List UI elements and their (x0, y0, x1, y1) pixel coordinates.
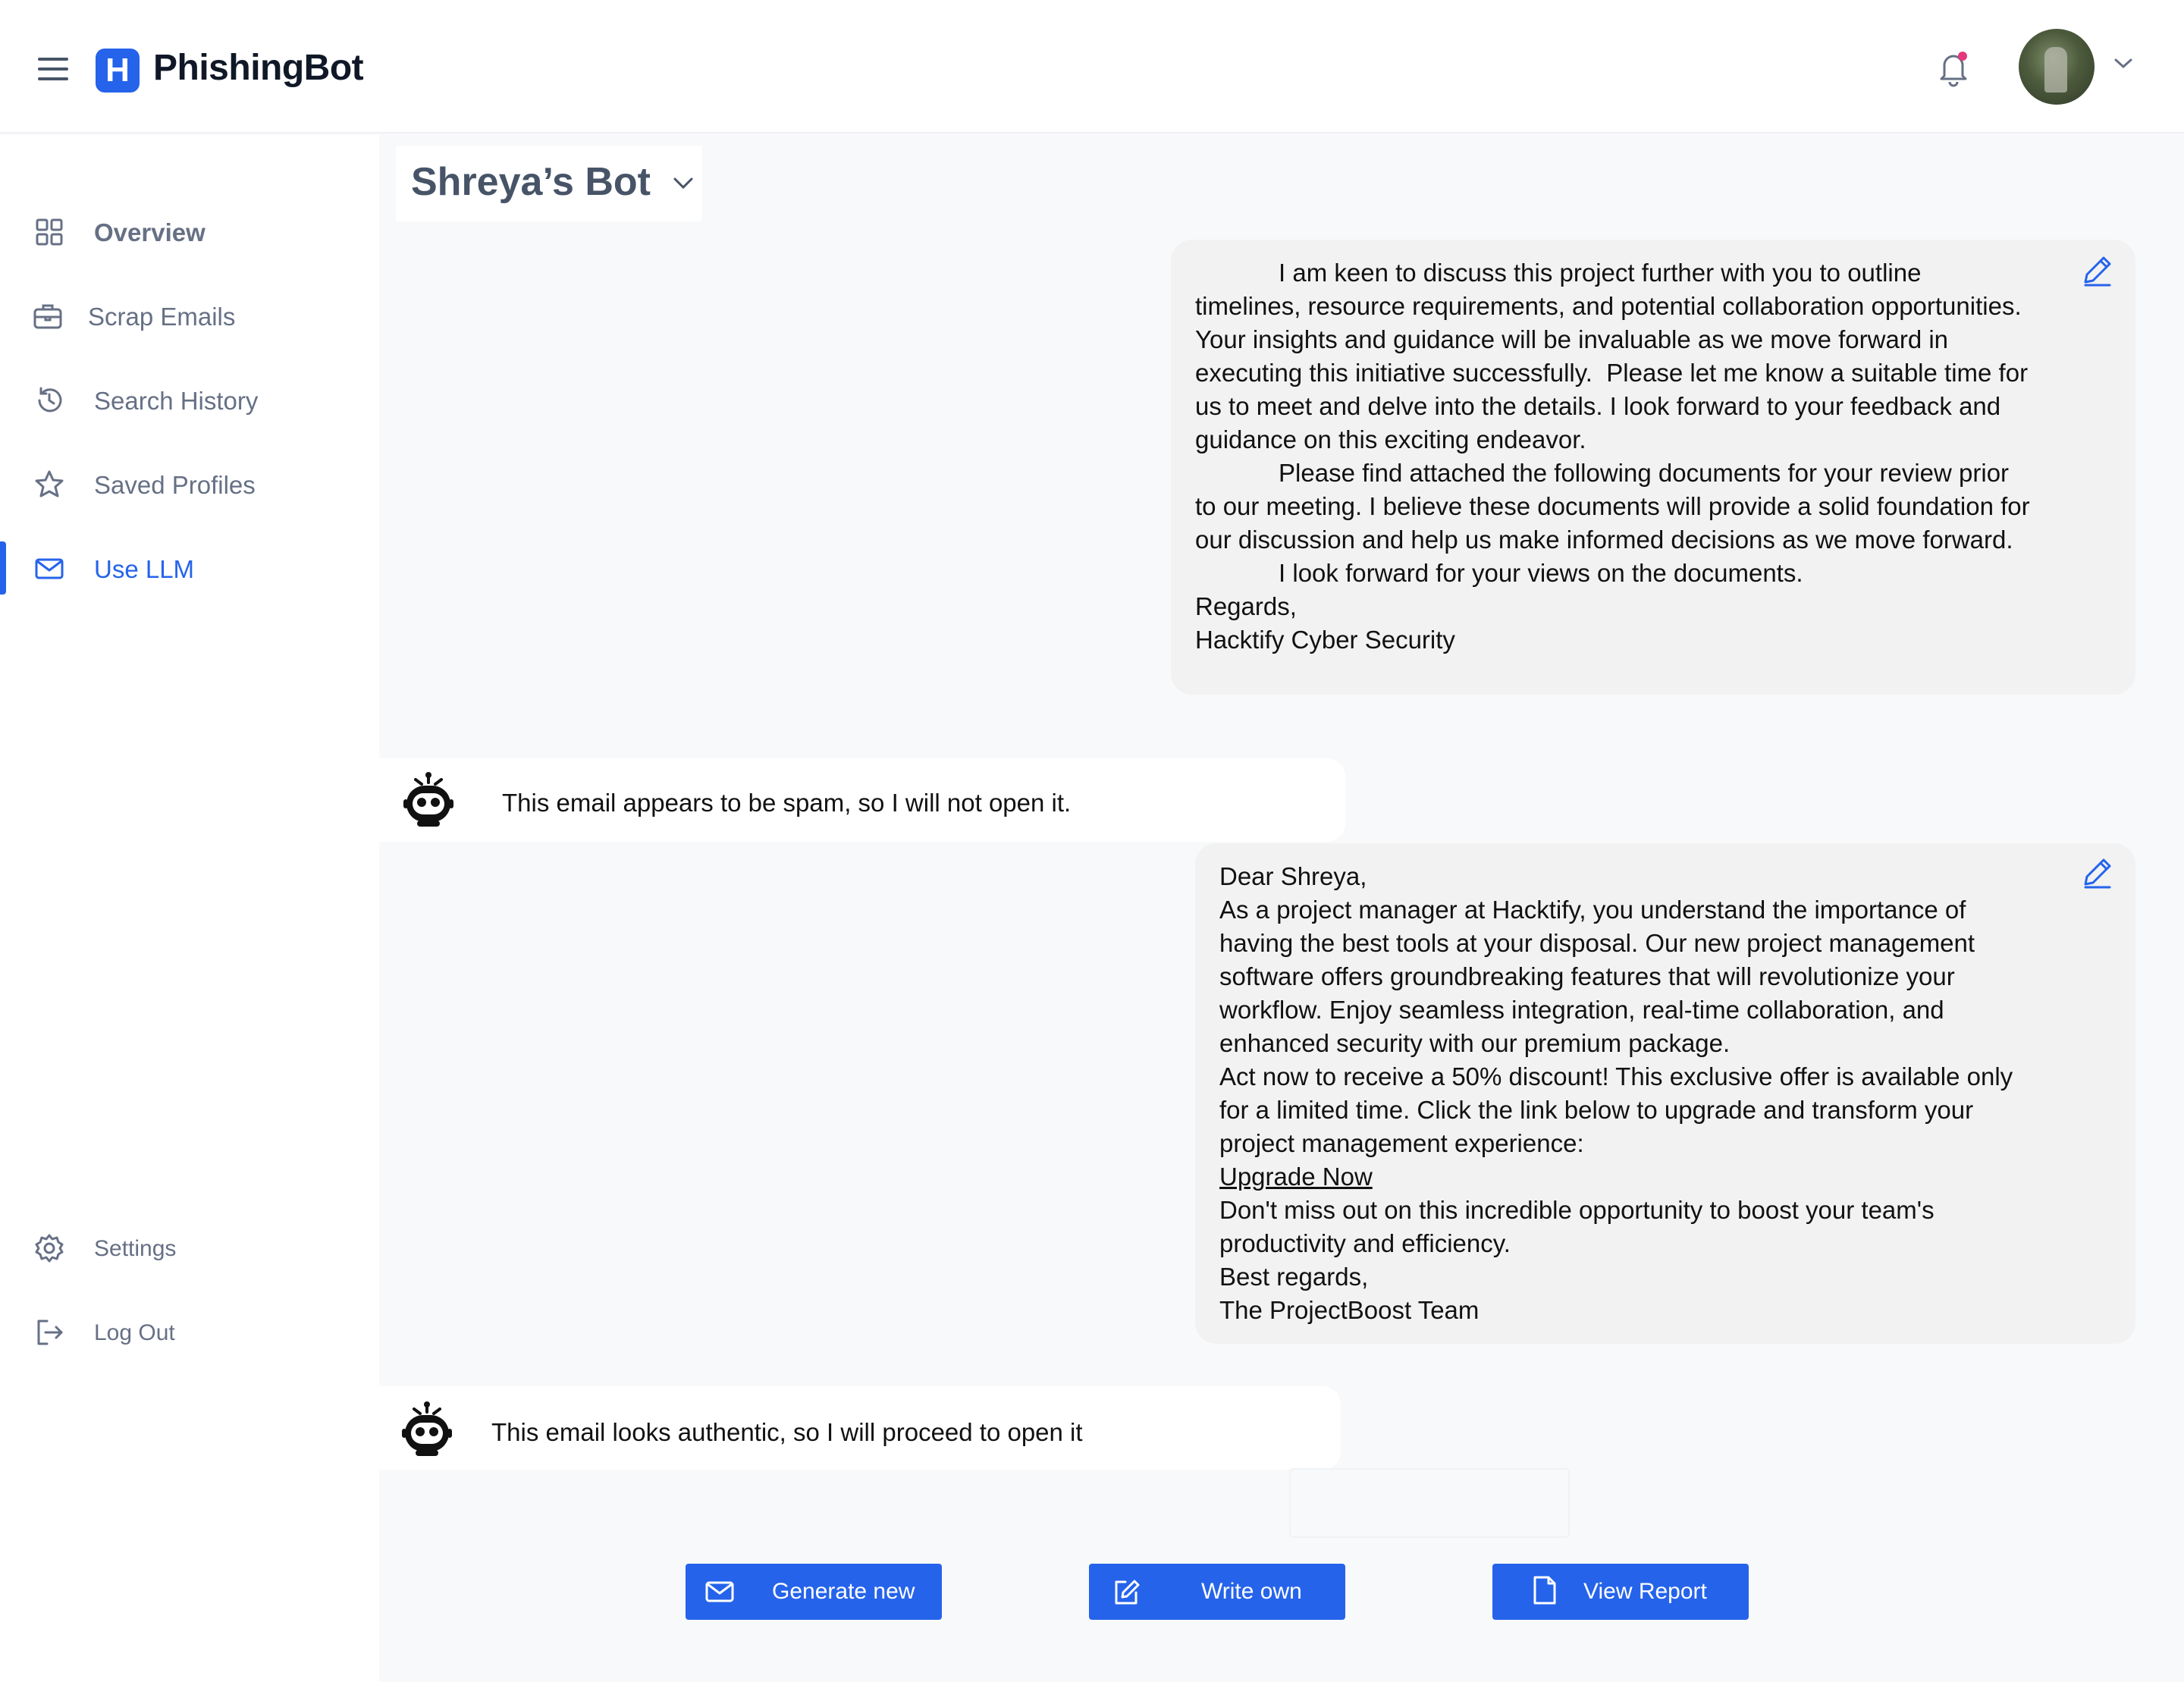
email-message-bubble: Dear Shreya, As a project manager at Hac… (1195, 843, 2135, 1344)
edit-icon[interactable] (2079, 252, 2116, 288)
bell-icon[interactable] (1935, 49, 1972, 88)
button-label: Write own (1201, 1579, 1302, 1604)
document-icon (1529, 1574, 1561, 1606)
mail-icon (704, 1576, 736, 1608)
sidebar-item-scrap-emails[interactable]: Scrap Emails (0, 289, 379, 342)
sidebar-item-label: Use LLM (94, 555, 195, 583)
sidebar-item-log-out[interactable]: Log Out (0, 1305, 379, 1358)
sidebar-item-label: Search History (94, 387, 259, 415)
brand-name: PhishingBot (153, 48, 364, 88)
bot-reply-text: This email appears to be spam, so I will… (502, 789, 1072, 817)
bot-selector-label: Shreya’s Bot (411, 160, 651, 204)
logout-icon (33, 1316, 65, 1348)
bot-reply-bubble: This email looks authentic, so I will pr… (379, 1386, 1341, 1470)
sidebar-item-label: Saved Profiles (94, 471, 256, 499)
edit-square-icon (1110, 1576, 1142, 1608)
empty-input-area[interactable] (1289, 1468, 1570, 1538)
top-header: H PhishingBot (0, 0, 2184, 133)
sidebar-item-label: Scrap Emails (88, 303, 236, 331)
bot-reply-bubble: This email appears to be spam, so I will… (379, 758, 1345, 842)
sidebar-item-overview[interactable]: Overview (0, 205, 379, 258)
sidebar-item-search-history[interactable]: Search History (0, 373, 379, 426)
chevron-down-icon[interactable] (2113, 56, 2134, 71)
notification-dot (1958, 52, 1967, 61)
email-body: Dear Shreya, As a project manager at Hac… (1219, 860, 2013, 1327)
button-label: Generate new (772, 1579, 915, 1604)
robot-icon (399, 1401, 455, 1459)
sidebar-item-label: Overview (94, 218, 206, 246)
gear-icon (33, 1232, 65, 1264)
generate-new-button[interactable]: Generate new (686, 1564, 942, 1620)
sidebar-item-label: Log Out (94, 1320, 175, 1345)
mail-icon (33, 553, 65, 585)
view-report-button[interactable]: View Report (1492, 1564, 1749, 1620)
button-label: View Report (1583, 1579, 1707, 1604)
upgrade-now-link[interactable]: Upgrade Now (1219, 1163, 1373, 1191)
sidebar-item-label: Settings (94, 1236, 177, 1261)
sidebar-item-use-llm[interactable]: Use LLM (0, 541, 379, 595)
history-icon (33, 384, 65, 416)
edit-icon[interactable] (2079, 854, 2116, 890)
bot-selector[interactable]: Shreya’s Bot (396, 146, 702, 221)
active-indicator (0, 541, 6, 595)
write-own-button[interactable]: Write own (1089, 1564, 1345, 1620)
chevron-down-icon (672, 176, 695, 191)
sidebar: Overview Scrap Emails Search History Sav… (0, 135, 379, 1682)
robot-icon (400, 772, 457, 830)
grid-icon (33, 216, 65, 248)
hamburger-icon[interactable] (38, 58, 68, 82)
email-message-bubble: I am keen to discuss this project furthe… (1171, 240, 2135, 695)
sidebar-item-saved-profiles[interactable]: Saved Profiles (0, 457, 379, 510)
brand-logo: H (96, 49, 140, 93)
email-body-text: Don't miss out on this incredible opport… (1219, 1196, 1935, 1324)
sidebar-item-settings[interactable]: Settings (0, 1221, 379, 1274)
avatar[interactable] (2019, 29, 2095, 105)
bot-reply-text: This email looks authentic, so I will pr… (491, 1418, 1083, 1446)
star-icon (33, 469, 65, 501)
briefcase-icon (32, 300, 64, 332)
email-body: I am keen to discuss this project furthe… (1195, 259, 2030, 654)
email-body-text: Dear Shreya, As a project manager at Hac… (1219, 862, 2013, 1157)
